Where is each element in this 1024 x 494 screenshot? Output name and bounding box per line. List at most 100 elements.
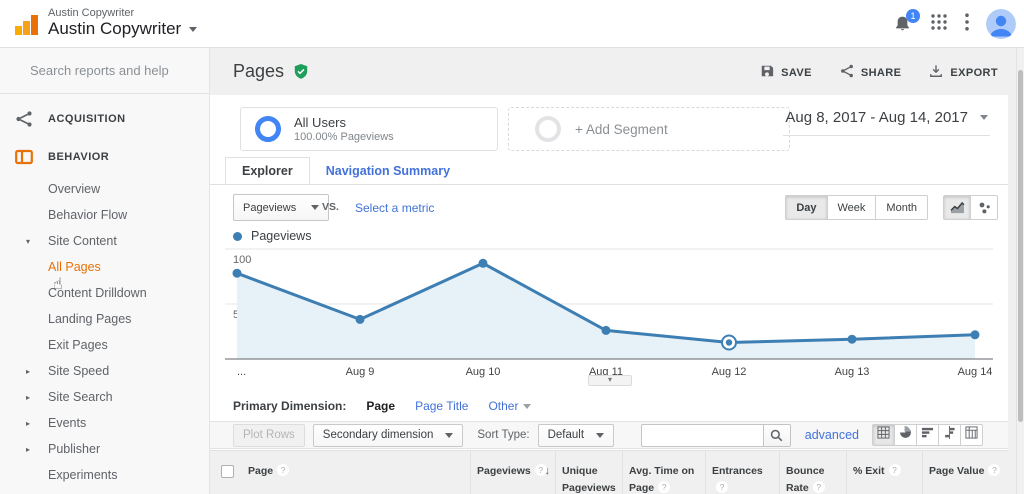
pageviews-chart[interactable]: 50100...Aug 9Aug 10Aug 11Aug 12Aug 13Aug… [225,245,993,385]
chevron-down-icon [189,27,197,32]
report-actions: SAVE SHARE EXPORT [760,64,998,81]
select-all-checkbox[interactable] [221,465,234,478]
help-icon[interactable]: ? [889,464,901,476]
apps-grid-button[interactable] [930,13,948,36]
column-header-percent-exit[interactable]: % Exit? [846,451,922,494]
chart-legend: Pageviews [233,229,311,243]
sidebar-item-site-content[interactable]: ▾ Site Content [0,228,209,254]
x-axis-label: ... [237,366,246,378]
sidebar-item-acquisition[interactable]: ACQUISITION [0,100,209,138]
column-header-pageviews[interactable]: Pageviews?↓ [470,451,555,494]
granularity-week-button[interactable]: Week [827,195,877,220]
metric-dropdown[interactable]: Pageviews [233,194,329,221]
sidebar-item-publisher[interactable]: ▸ Publisher [0,436,209,462]
chevron-right-icon: ▸ [26,419,30,428]
table-search-button[interactable] [763,424,791,447]
pivot-view-button[interactable] [960,424,983,446]
legend-label: Pageviews [251,229,311,243]
account-selector[interactable]: Austin Copywriter Austin Copywriter [48,7,197,39]
data-point [356,315,365,324]
select-metric-link[interactable]: Select a metric [355,201,434,215]
sidebar-item-label: Site Search [48,390,113,404]
tabs-row: Explorer Navigation Summary [210,157,1008,185]
column-header-bounce-rate[interactable]: Bounce Rate? [779,451,846,494]
segment-all-users[interactable]: All Users 100.00% Pageviews [240,107,498,151]
tab-explorer[interactable]: Explorer [225,157,310,184]
chevron-down-icon [980,115,988,120]
notifications-button[interactable]: 1 [893,14,913,34]
help-icon[interactable]: ? [813,481,825,493]
sidebar-nav: ACQUISITION BEHAVIOR Overview Behavior F… [0,94,209,488]
top-bar: Austin Copywriter Austin Copywriter 1 [0,0,1024,48]
help-icon[interactable]: ? [988,464,1000,476]
comparison-view-button[interactable] [938,424,961,446]
scrollbar-thumb[interactable] [1018,70,1023,422]
apps-grid-icon [930,13,948,31]
search-input[interactable] [30,63,206,78]
tab-label: Navigation Summary [326,164,450,178]
sidebar-item-all-pages[interactable]: All Pages [0,254,209,280]
primary-dimension-page-title[interactable]: Page Title [415,399,468,413]
column-header-avg-time-on-page[interactable]: Avg. Time on Page? [622,451,705,494]
sidebar-item-overview[interactable]: Overview [0,176,209,202]
sidebar-item-site-search[interactable]: ▸ Site Search [0,384,209,410]
more-menu-button[interactable] [965,13,969,36]
help-icon[interactable]: ? [658,481,670,493]
plot-rows-label: Plot Rows [243,429,295,441]
table-filter-input[interactable] [641,424,763,447]
sidebar-item-label: All Pages [48,260,101,274]
add-segment-button[interactable]: + Add Segment [508,107,790,151]
sort-type-dropdown[interactable]: Default [538,424,614,447]
pageviews-chart-svg: 50100...Aug 9Aug 10Aug 11Aug 12Aug 13Aug… [225,245,993,385]
analytics-logo-icon[interactable] [14,12,40,36]
chevron-down-icon [311,205,319,210]
help-icon[interactable]: ? [277,464,289,476]
column-header-entrances[interactable]: Entrances? [705,451,779,494]
save-label: SAVE [781,67,812,79]
help-icon[interactable]: ? [716,481,728,493]
granularity-buttons: Day Week Month [785,195,928,220]
performance-view-button[interactable] [916,424,939,446]
sidebar-item-landing-pages[interactable]: Landing Pages [0,306,209,332]
date-range-selector[interactable]: Aug 8, 2017 - Aug 14, 2017 [783,102,990,136]
primary-dimension-option-label: Page Title [415,399,468,413]
sidebar-item-content-drilldown[interactable]: Content Drilldown [0,280,209,306]
line-chart-toggle[interactable] [943,195,971,220]
export-button[interactable]: EXPORT [929,64,998,81]
sort-type-label: Sort Type: [477,429,529,441]
sidebar-item-exit-pages[interactable]: Exit Pages [0,332,209,358]
motion-chart-toggle[interactable] [970,195,998,220]
share-icon [840,64,854,81]
segment-donut-gray-icon [535,116,561,142]
tab-navigation-summary[interactable]: Navigation Summary [310,157,466,184]
sidebar-item-behavior[interactable]: BEHAVIOR [0,138,209,176]
chevron-right-icon: ▸ [26,393,30,402]
chevron-down-icon: ▾ [26,237,30,246]
share-button[interactable]: SHARE [840,64,902,81]
sort-type-value: Default [548,429,584,441]
sidebar-item-label: Content Drilldown [48,286,147,300]
sidebar-item-site-speed[interactable]: ▸ Site Speed [0,358,209,384]
column-header-page[interactable]: Page? [242,451,470,494]
table-view-button[interactable] [872,424,895,446]
percentage-view-button[interactable] [894,424,917,446]
user-avatar[interactable] [986,9,1016,39]
chart-collapse-handle[interactable]: ▾ [588,375,632,386]
sidebar-item-label: Site Content [48,234,117,248]
plot-rows-button[interactable]: Plot Rows [233,424,305,447]
column-header-unique-pageviews[interactable]: Unique Pageviews? [555,451,622,494]
sidebar-search[interactable] [0,48,209,94]
sidebar-item-events[interactable]: ▸ Events [0,410,209,436]
secondary-dimension-dropdown[interactable]: Secondary dimension [313,424,464,447]
granularity-day-button[interactable]: Day [785,195,827,220]
chevron-down-icon [523,404,531,409]
save-button[interactable]: SAVE [760,64,812,81]
sidebar-item-experiments[interactable]: Experiments [0,462,209,488]
advanced-link[interactable]: advanced [805,428,859,442]
primary-dimension-other[interactable]: Other [488,399,531,413]
primary-dimension-page[interactable]: Page [366,399,395,413]
column-header-page-value[interactable]: Page Value? [922,451,1008,494]
chart-type-toggles [944,195,998,220]
sidebar-item-behavior-flow[interactable]: Behavior Flow [0,202,209,228]
granularity-month-button[interactable]: Month [875,195,928,220]
